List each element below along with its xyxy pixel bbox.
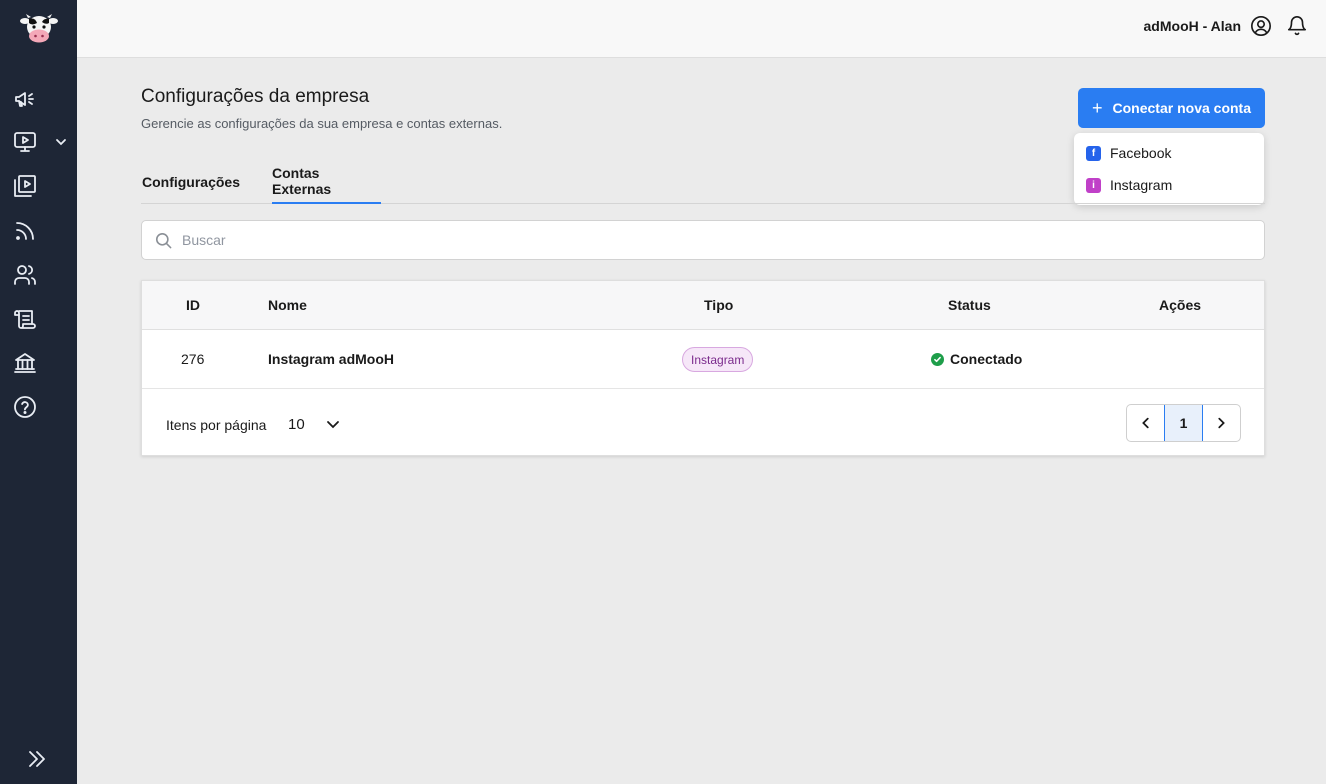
column-header-id: ID [186, 297, 200, 313]
page-subtitle: Gerencie as configurações da sua empresa… [141, 116, 503, 131]
search-input[interactable] [182, 229, 1242, 251]
expand-sidebar-icon[interactable] [25, 747, 49, 771]
tab-contas-externas[interactable]: Contas Externas [272, 160, 381, 204]
column-header-nome: Nome [268, 297, 307, 313]
column-header-tipo: Tipo [704, 297, 734, 313]
chevron-left-icon [1141, 417, 1149, 429]
media-library-icon[interactable] [12, 173, 38, 199]
megaphone-icon[interactable] [12, 86, 38, 112]
items-per-page-label: Itens por página [166, 417, 267, 433]
chevron-down-icon[interactable] [53, 134, 69, 150]
facebook-icon: f [1086, 145, 1101, 161]
cell-name: Instagram adMooH [268, 351, 395, 367]
items-per-page-value: 10 [288, 415, 305, 433]
bank-icon[interactable] [12, 350, 38, 376]
connect-new-account-button[interactable]: + Conectar nova conta [1078, 88, 1265, 128]
type-badge: Instagram [682, 347, 754, 372]
cow-logo-icon[interactable] [0, 0, 77, 58]
column-header-acoes: Ações [1159, 297, 1202, 313]
cell-id: 276 [181, 351, 205, 367]
bell-icon[interactable] [1286, 15, 1308, 37]
user-label[interactable]: adMooH - Alan [1144, 18, 1241, 34]
table-row[interactable]: 276 Instagram adMooH Instagram Conectado [142, 330, 1264, 389]
plus-icon: + [1092, 98, 1103, 118]
pagination: 1 [1126, 404, 1241, 442]
status-badge: Conectado [931, 351, 1022, 367]
monitor-play-icon[interactable] [12, 129, 38, 155]
table-header: ID Nome Tipo Status Ações [142, 281, 1264, 330]
user-circle-icon[interactable] [1250, 15, 1272, 37]
tab-configuracoes[interactable]: Configurações [141, 160, 241, 204]
column-header-status: Status [948, 297, 991, 313]
next-page-button[interactable] [1203, 405, 1240, 441]
scroll-icon[interactable] [12, 306, 38, 332]
search-box [141, 220, 1265, 260]
previous-page-button[interactable] [1127, 405, 1164, 441]
status-label: Conectado [950, 351, 1023, 367]
check-circle-icon [931, 352, 944, 366]
page-button-current[interactable]: 1 [1164, 405, 1203, 441]
chevron-down-icon [326, 421, 339, 429]
help-icon[interactable] [12, 394, 38, 420]
connect-button-label: Conectar nova conta [1112, 100, 1251, 116]
tabs: Configurações Contas Externas [141, 160, 1265, 204]
chevron-right-icon [1218, 417, 1226, 429]
items-per-page-select[interactable]: 10 [288, 411, 346, 437]
top-bar: adMooH - Alan [77, 0, 1326, 58]
search-icon [154, 231, 173, 250]
sidebar [0, 0, 77, 784]
external-accounts-table: ID Nome Tipo Status Ações 276 Instagram … [141, 280, 1265, 456]
page-title: Configurações da empresa [141, 86, 370, 107]
rss-feed-icon[interactable] [12, 218, 38, 244]
users-icon[interactable] [12, 262, 38, 288]
menu-item-label: Facebook [1110, 145, 1172, 161]
